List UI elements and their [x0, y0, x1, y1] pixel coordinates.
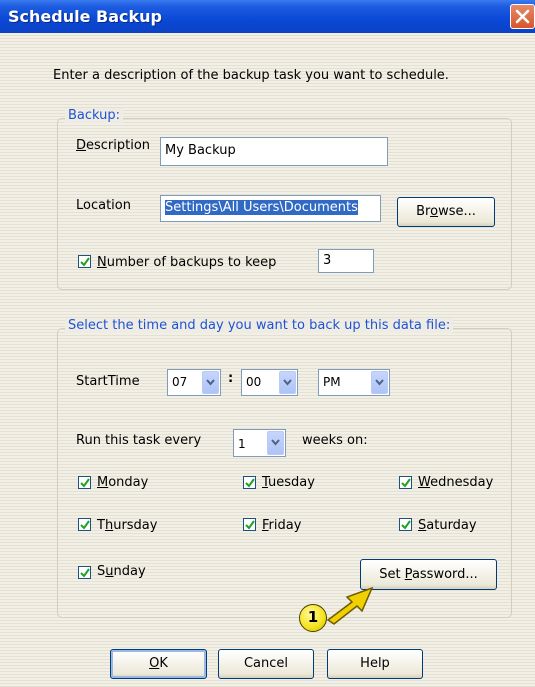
checkmark-icon [245, 520, 255, 530]
sunday-checkbox[interactable] [78, 566, 91, 579]
close-button[interactable] [510, 4, 535, 29]
schedule-backup-dialog: Schedule Backup Enter a description of t… [0, 0, 535, 687]
monday-checkbox[interactable] [78, 476, 91, 489]
tuesday-label: Tuesday [262, 475, 315, 490]
thursday-label: Thursday [97, 518, 158, 533]
location-value: Settings\All Users\Documents [165, 200, 358, 215]
description-label: Description [76, 138, 150, 153]
weeks-value: 1 [238, 437, 246, 451]
checkmark-icon [80, 520, 90, 530]
weeks-select[interactable]: 1 [233, 429, 286, 457]
monday-label: Monday [97, 475, 149, 490]
browse-label: Browse... [416, 204, 476, 219]
chevron-down-icon [283, 379, 292, 386]
friday-label: Friday [262, 518, 302, 533]
description-label-text: escription [86, 138, 151, 153]
intro-text: Enter a description of the backup task y… [53, 68, 449, 83]
run-every-label: Run this task every [76, 433, 202, 448]
saturday-checkbox[interactable] [399, 518, 412, 531]
title-bar[interactable]: Schedule Backup [0, 0, 535, 33]
browse-button[interactable]: Browse... [397, 197, 495, 227]
minute-select[interactable]: 00 [241, 369, 298, 396]
tuesday-checkbox[interactable] [243, 476, 256, 489]
set-password-label: Set Password... [379, 567, 478, 582]
set-password-button[interactable]: Set Password... [360, 559, 497, 590]
start-time-label: StartTime [76, 374, 140, 389]
backup-group-title: Backup: [65, 108, 124, 123]
checkmark-icon [80, 257, 90, 267]
keep-backups-input[interactable]: 3 [318, 249, 374, 273]
thursday-checkbox[interactable] [78, 518, 91, 531]
ok-button[interactable]: OK [110, 649, 207, 679]
ampm-select[interactable]: PM [318, 369, 390, 396]
saturday-label: Saturday [418, 518, 477, 533]
weeks-dropdown-arrow[interactable] [267, 431, 284, 455]
location-label: Location [76, 198, 131, 213]
ampm-value: PM [323, 375, 341, 389]
ampm-dropdown-arrow[interactable] [371, 371, 388, 394]
chevron-down-icon [206, 379, 215, 386]
time-separator: : [228, 371, 234, 386]
schedule-group-title: Select the time and day you want to back… [65, 318, 454, 333]
keep-backups-checkbox[interactable] [78, 255, 91, 268]
checkmark-icon [80, 568, 90, 578]
chevron-down-icon [375, 379, 384, 386]
hour-dropdown-arrow[interactable] [202, 371, 219, 394]
checkmark-icon [401, 520, 411, 530]
cancel-button[interactable]: Cancel [218, 649, 314, 679]
minute-value: 00 [246, 375, 262, 389]
description-label-mnemonic: D [76, 138, 87, 153]
sunday-label: Sunday [97, 564, 146, 579]
description-input[interactable]: My Backup [160, 137, 388, 166]
checkmark-icon [245, 478, 255, 488]
ok-label: OK [149, 656, 168, 671]
minute-dropdown-arrow[interactable] [279, 371, 296, 394]
dialog-title: Schedule Backup [8, 7, 162, 26]
chevron-down-icon [271, 439, 280, 446]
wednesday-label: Wednesday [418, 475, 494, 490]
wednesday-checkbox[interactable] [399, 476, 412, 489]
hour-select[interactable]: 07 [167, 369, 221, 396]
checkmark-icon [401, 478, 411, 488]
location-input[interactable]: Settings\All Users\Documents [160, 195, 381, 222]
checkmark-icon [80, 478, 90, 488]
close-icon [515, 9, 530, 24]
help-button[interactable]: Help [327, 649, 423, 679]
hour-value: 07 [172, 375, 188, 389]
weeks-on-label: weeks on: [302, 433, 368, 448]
callout-badge: 1 [299, 604, 327, 632]
keep-backups-label: Number of backups to keep [97, 255, 277, 270]
friday-checkbox[interactable] [243, 518, 256, 531]
